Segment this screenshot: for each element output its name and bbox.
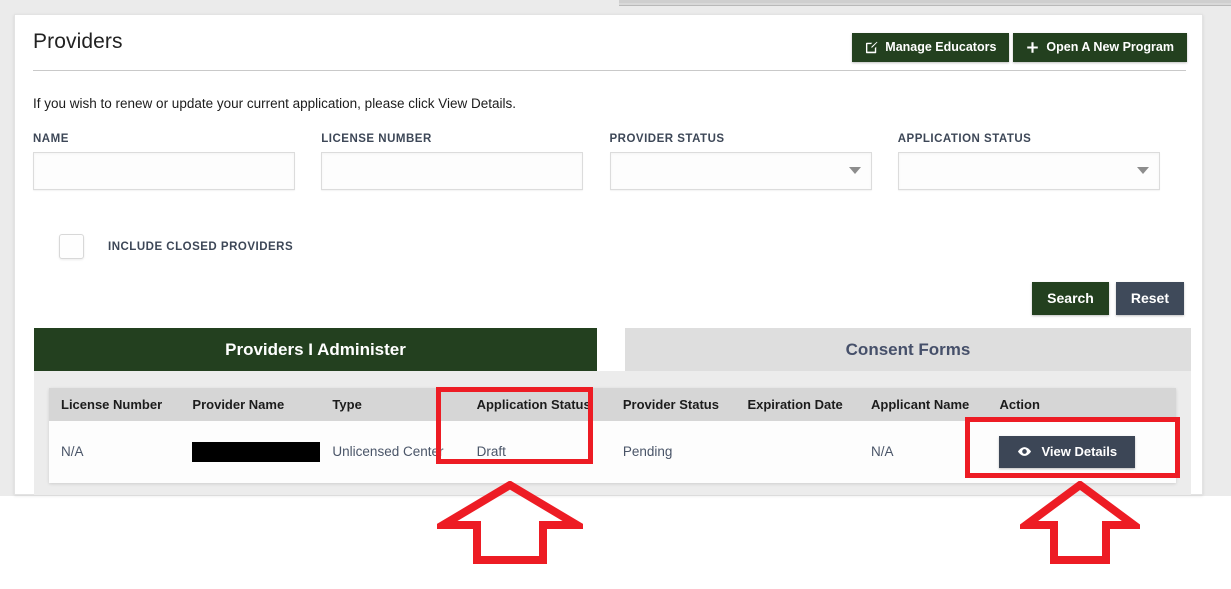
field-name: NAME [33, 133, 321, 190]
include-closed-providers-checkbox[interactable] [59, 234, 84, 259]
cell-type: Unlicensed Center [320, 421, 464, 483]
column-header-provider-status[interactable]: Provider Status [611, 388, 736, 421]
table-body: N/A Unlicensed Center Draft Pending N/A [49, 421, 1176, 483]
cell-action: View Details [987, 421, 1176, 483]
view-details-button[interactable]: View Details [999, 436, 1135, 468]
column-header-type[interactable]: Type [320, 388, 464, 421]
cell-application-status: Draft [465, 421, 611, 483]
panel-header: Providers Manage Educators Open A New [15, 15, 1202, 71]
provider-status-select[interactable] [610, 152, 872, 190]
field-name-label: NAME [33, 133, 321, 145]
column-header-expiration-date[interactable]: Expiration Date [735, 388, 859, 421]
redacted-provider-name [192, 442, 320, 462]
application-status-select[interactable] [898, 152, 1160, 190]
name-input[interactable] [33, 152, 295, 190]
tab-providers-i-administer[interactable]: Providers I Administer [34, 328, 597, 371]
field-application-status: APPLICATION STATUS [898, 133, 1186, 190]
providers-table: License Number Provider Name Type Applic… [49, 388, 1176, 483]
column-header-provider-name[interactable]: Provider Name [180, 388, 320, 421]
include-closed-providers-label: INCLUDE CLOSED PROVIDERS [108, 241, 293, 253]
column-header-applicant-name[interactable]: Applicant Name [859, 388, 987, 421]
cell-provider-status: Pending [611, 421, 736, 483]
manage-educators-label: Manage Educators [885, 41, 996, 54]
manage-educators-button[interactable]: Manage Educators [852, 33, 1009, 62]
open-new-program-label: Open A New Program [1046, 41, 1174, 54]
tab-bar: Providers I Administer Consent Forms [34, 328, 1191, 371]
cell-provider-name [180, 421, 320, 483]
header-button-group: Manage Educators Open A New Program [852, 33, 1187, 62]
plus-icon [1026, 41, 1039, 54]
license-number-input[interactable] [321, 152, 583, 190]
browser-chrome-strip-inner [619, 0, 1231, 3]
field-provider-status-label: PROVIDER STATUS [610, 133, 898, 145]
search-form: NAME LICENSE NUMBER PROVIDER STATUS APPL… [33, 133, 1186, 190]
cell-applicant-name: N/A [859, 421, 987, 483]
table-header: License Number Provider Name Type Applic… [49, 388, 1176, 421]
cell-license-number: N/A [49, 421, 180, 483]
page-title: Providers [33, 30, 123, 54]
field-license-number: LICENSE NUMBER [321, 133, 609, 190]
field-application-status-label: APPLICATION STATUS [898, 133, 1186, 145]
edit-square-icon [865, 41, 878, 54]
header-divider [33, 70, 1186, 71]
reset-button[interactable]: Reset [1116, 282, 1184, 315]
table-row: N/A Unlicensed Center Draft Pending N/A [49, 421, 1176, 483]
include-closed-providers-row: INCLUDE CLOSED PROVIDERS [59, 234, 293, 259]
open-new-program-button[interactable]: Open A New Program [1013, 33, 1187, 62]
field-license-number-label: LICENSE NUMBER [321, 133, 609, 145]
table-header-row: License Number Provider Name Type Applic… [49, 388, 1176, 421]
view-details-label: View Details [1041, 444, 1117, 460]
column-header-action: Action [987, 388, 1176, 421]
tab-consent-forms[interactable]: Consent Forms [625, 328, 1191, 371]
field-provider-status: PROVIDER STATUS [610, 133, 898, 190]
search-actions: Search Reset [1032, 282, 1184, 315]
search-button[interactable]: Search [1032, 282, 1109, 315]
instruction-text: If you wish to renew or update your curr… [33, 96, 516, 111]
column-header-application-status[interactable]: Application Status [465, 388, 611, 421]
cell-expiration-date [735, 421, 859, 483]
eye-icon [1017, 446, 1032, 457]
column-header-license-number[interactable]: License Number [49, 388, 180, 421]
providers-table-panel: License Number Provider Name Type Applic… [34, 371, 1191, 495]
providers-panel: Providers Manage Educators Open A New [14, 14, 1203, 495]
